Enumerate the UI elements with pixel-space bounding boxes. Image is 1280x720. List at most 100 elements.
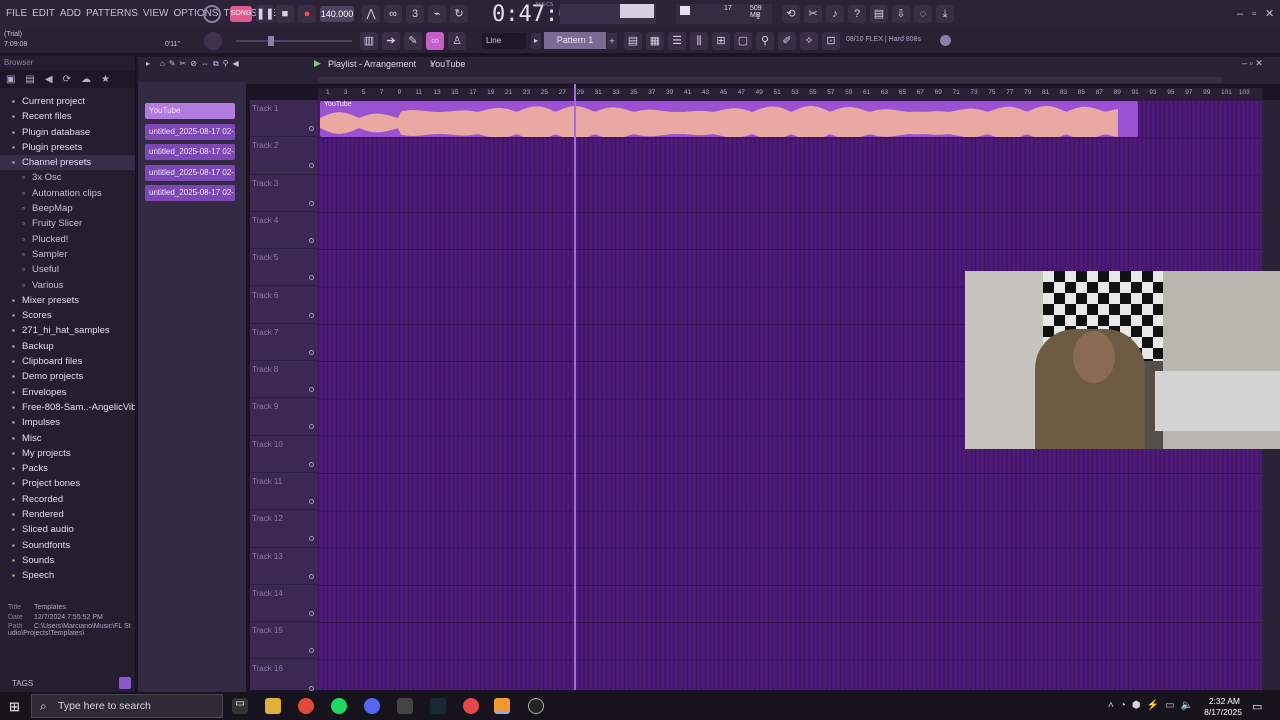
browser-item[interactable]: ▫ Automation clips — [0, 186, 135, 201]
master-pitch-slider[interactable] — [236, 36, 352, 46]
track-header[interactable]: Track 6 — [250, 287, 318, 324]
browser-item[interactable]: ▫ 3x Osc — [0, 170, 135, 185]
browser-item[interactable]: ▪ Clipboard files — [0, 354, 135, 369]
track-mute-icon[interactable] — [309, 461, 314, 467]
menu-file[interactable]: FILE — [6, 8, 27, 19]
playhead[interactable] — [574, 84, 576, 690]
track-header[interactable]: Track 11 — [250, 473, 318, 511]
track-header[interactable]: Track 7 — [250, 324, 318, 362]
track-header[interactable]: Track 12 — [250, 510, 318, 548]
track-header[interactable]: Track 3 — [250, 175, 318, 212]
stamp-icon[interactable]: ♙ — [448, 32, 466, 50]
track-mute-icon[interactable] — [309, 424, 314, 430]
discord-icon[interactable] — [364, 698, 380, 714]
track-mute-icon[interactable] — [309, 610, 314, 616]
browser-item[interactable]: ▫ BeepMap — [0, 201, 135, 216]
stop-button[interactable]: ■ — [276, 5, 294, 23]
arrow-icon[interactable]: ➔ — [382, 32, 400, 50]
browser-item[interactable]: ▪ Mixer presets — [0, 293, 135, 308]
file-explorer-icon[interactable] — [265, 698, 281, 714]
restore-icon[interactable]: ▫ — [1252, 8, 1256, 20]
track-mute-icon[interactable] — [309, 648, 314, 654]
link-icon[interactable]: ∞ — [426, 32, 444, 50]
step-edit-icon[interactable]: ⌁ — [428, 5, 446, 23]
menu-patterns[interactable]: PATTERNS — [86, 8, 138, 19]
menu-view[interactable]: VIEW — [143, 8, 169, 19]
browser-item[interactable]: ▪ Free-808-Sam..-AngelicVibes — [0, 400, 135, 415]
track-mute-icon[interactable] — [309, 163, 314, 169]
browser-item[interactable]: ▪ My projects — [0, 446, 135, 461]
track-mute-icon[interactable] — [309, 126, 314, 131]
tempo-display[interactable]: 140.000 — [320, 6, 354, 22]
playlist-tools-icons[interactable]: ⌂✎✂⊘⇔⧉⚲◀ — [160, 59, 243, 69]
pattern-item[interactable]: untitled_2025-08-17 02-... — [145, 185, 235, 201]
undo-icon[interactable]: ⟲ — [782, 5, 800, 23]
cart-icon[interactable]: ⊡ — [822, 32, 840, 50]
timeline-ruler[interactable]: 1 3 5 7 9 11 13 15 17 19 21 23 25 27 29 31 33 35 37 39 41 43 4… — [318, 88, 1262, 100]
track-mute-icon[interactable] — [309, 275, 314, 281]
track-mute-icon[interactable] — [309, 499, 314, 504]
track-header[interactable]: Track 4 — [250, 212, 318, 250]
windows-start-icon[interactable]: ⊞ — [9, 699, 20, 715]
wait-input-icon[interactable]: ∞ — [384, 5, 402, 23]
plugin-picker-icon[interactable]: ▢ — [734, 32, 752, 50]
browser-all-icon[interactable]: ▣ — [6, 74, 15, 85]
browser-item[interactable]: ▪ Current project — [0, 94, 135, 109]
mic-icon[interactable]: ♪ — [826, 5, 844, 23]
browser-item[interactable]: ▪ Impulses — [0, 415, 135, 430]
task-view-icon[interactable]: ▭ — [232, 698, 248, 714]
pattern-item[interactable]: untitled_2025-08-17 02-... — [145, 123, 235, 140]
notifications-icon[interactable]: ▭ — [1252, 700, 1262, 713]
channel-rack-icon[interactable]: ☰ — [668, 32, 686, 50]
download-icon[interactable]: ⤓ — [936, 5, 954, 23]
obs-icon[interactable] — [463, 698, 479, 714]
chrome-icon[interactable] — [298, 698, 314, 714]
browser-item[interactable]: ▪ Backup — [0, 339, 135, 354]
search-icon[interactable] — [119, 677, 131, 689]
browser-item[interactable]: ▪ Demo projects — [0, 369, 135, 384]
track-mute-icon[interactable] — [309, 573, 314, 579]
file-icon[interactable]: ▤ — [25, 74, 34, 85]
snap-select[interactable]: Line — [482, 33, 526, 49]
track-header[interactable]: Track 2 — [250, 137, 318, 175]
pattern-item[interactable]: YouTube — [145, 103, 235, 119]
track-header[interactable]: Track 15 — [250, 622, 318, 660]
piano-roll-icon[interactable]: ▦ — [646, 32, 664, 50]
track-header[interactable]: Track 9 — [250, 398, 318, 436]
spotify-icon[interactable] — [331, 698, 347, 714]
metronome-icon[interactable]: ⋀ — [362, 5, 380, 23]
track-header[interactable]: Track 10 — [250, 436, 318, 473]
browser-item[interactable]: ▫ Plucked! — [0, 232, 135, 247]
system-tray-icons[interactable]: ˄◔⬢⚡▭🔈 — [1108, 700, 1199, 711]
taskbar-search-input[interactable]: Type here to search — [31, 694, 223, 718]
refresh-icon[interactable]: ⟳ — [63, 74, 71, 85]
horizontal-scrollbar[interactable] — [318, 77, 1223, 83]
pattern-prev-icon[interactable]: ▸ — [531, 33, 541, 49]
pencil-tool-icon[interactable]: ✐ — [778, 32, 796, 50]
cloud-icon[interactable]: ☁ — [81, 74, 91, 85]
menu-add[interactable]: ADD — [60, 8, 81, 19]
clock-app-icon[interactable] — [528, 698, 544, 714]
track-mute-icon[interactable] — [309, 349, 314, 355]
loop-record-icon[interactable]: ↻ — [450, 5, 468, 23]
track-mute-icon[interactable] — [309, 200, 314, 206]
xbox-icon[interactable] — [397, 698, 413, 714]
browser-item[interactable]: ▪ Soundfonts — [0, 538, 135, 553]
pattern-item[interactable]: untitled_2025-08-17 02-... — [145, 164, 235, 181]
track-header[interactable]: Track 14 — [250, 585, 318, 623]
steam-icon[interactable] — [430, 698, 446, 714]
browser-item[interactable]: ▪ Rendered — [0, 507, 135, 522]
menu-edit[interactable]: EDIT — [32, 8, 55, 19]
browser-item[interactable]: ▫ Fruity Slicer — [0, 216, 135, 231]
browser-item[interactable]: ▪ Misc — [0, 431, 135, 446]
back-icon[interactable]: ◀ — [45, 74, 53, 85]
browser-item[interactable]: ▪ Plugin database — [0, 125, 135, 140]
track-mute-icon[interactable] — [309, 536, 314, 542]
star-icon[interactable]: ★ — [101, 74, 110, 85]
track-header[interactable]: Track 13 — [250, 548, 318, 585]
master-volume-knob[interactable] — [204, 32, 222, 50]
browser-item[interactable]: ▪ Channel presets — [0, 155, 135, 171]
browser-item[interactable]: ▪ Recorded — [0, 492, 135, 507]
mixer-icon[interactable]: ⫼ — [690, 32, 708, 50]
playlist-icon[interactable]: ▤ — [624, 32, 642, 50]
